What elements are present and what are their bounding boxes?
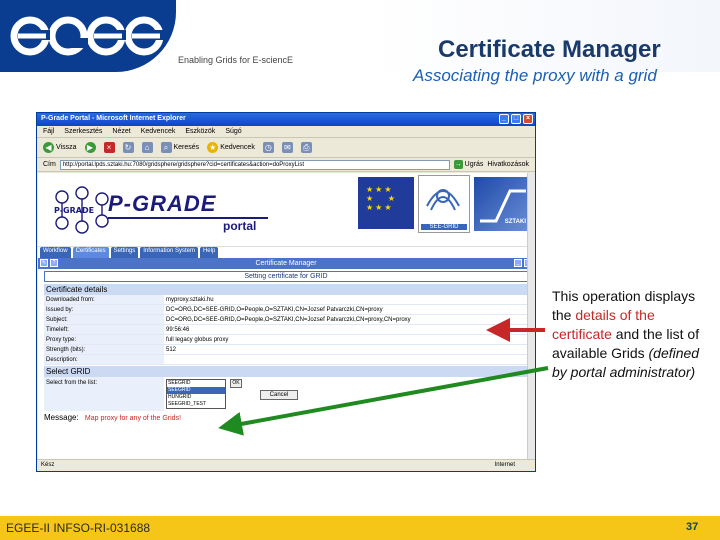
footer-id: EGEE-II INFSO-RI-031688 [6, 521, 151, 535]
green-arrow-icon [218, 366, 549, 436]
slide-footer: EGEE-II INFSO-RI-031688 37 [0, 516, 720, 540]
page-number: 37 [686, 521, 699, 533]
annotation-arrows [218, 318, 549, 436]
